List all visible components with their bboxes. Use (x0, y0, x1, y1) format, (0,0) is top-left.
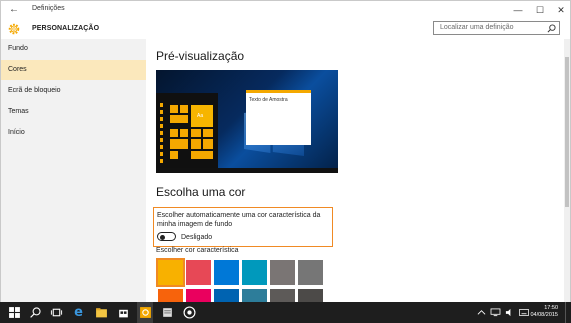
back-arrow-icon[interactable]: ← (7, 3, 21, 17)
notes-icon[interactable] (161, 306, 174, 319)
color-swatch[interactable] (158, 289, 183, 303)
search-icon[interactable] (29, 306, 42, 319)
preview-tile-label: Aa (197, 113, 204, 119)
clock-time: 17:50 (544, 305, 558, 311)
toggle-knob (160, 234, 165, 240)
auto-color-state: Desligado (181, 234, 213, 241)
preview-sample-text: Texto de Amostra (249, 97, 288, 103)
color-swatch-selected[interactable] (156, 258, 185, 287)
preview-tile (203, 139, 213, 149)
app-title: Definições (32, 5, 65, 12)
color-swatch[interactable] (270, 289, 295, 303)
preview-tile (191, 139, 201, 149)
color-swatch[interactable] (270, 260, 295, 285)
gear-icon (8, 23, 20, 35)
settings-icon[interactable] (139, 306, 152, 319)
preview-tile (180, 129, 188, 137)
search-input[interactable]: Localizar uma definição (433, 21, 560, 35)
color-swatch[interactable] (214, 260, 239, 285)
color-swatch[interactable] (186, 260, 211, 285)
auto-color-label: Escolher automaticamente uma cor caracte… (157, 212, 321, 228)
clock-date: 04/08/2015 (530, 312, 558, 318)
sidebar-item-temas[interactable]: Temas (1, 102, 146, 122)
color-swatch[interactable] (298, 289, 323, 303)
search-placeholder: Localizar uma definição (440, 24, 514, 31)
windows-taskbar: e 17:50 04/08/2015 (0, 302, 571, 323)
sidebar-item-fundo[interactable]: Fundo (1, 39, 146, 59)
system-clock[interactable]: 17:50 04/08/2015 (530, 305, 558, 319)
preview-tile (170, 151, 178, 159)
auto-color-setting: Escolher automaticamente uma cor caracte… (153, 207, 333, 247)
auto-color-toggle[interactable] (157, 232, 176, 241)
store-icon[interactable] (117, 306, 130, 319)
show-desktop-button[interactable] (565, 302, 570, 323)
task-view-icon[interactable] (50, 306, 63, 319)
preview-heading: Pré-visualização (156, 49, 245, 63)
maximize-button[interactable]: ☐ (532, 3, 548, 17)
color-swatch[interactable] (242, 260, 267, 285)
scroll-thumb[interactable] (565, 57, 569, 207)
chevron-up-icon[interactable] (477, 308, 486, 317)
color-swatch[interactable] (214, 289, 239, 303)
preview-tile (203, 129, 213, 137)
accent-color-label: Escolher cor característica (156, 247, 239, 254)
sidebar-item-inicio[interactable]: Início (1, 123, 146, 143)
theme-preview: Aa Texto de Amostra (156, 70, 338, 173)
network-icon[interactable] (490, 308, 501, 317)
preview-sample-window: Texto de Amostra (246, 90, 311, 145)
sidebar: Fundo Cores Ecrã de bloqueio Temas Iníci… (1, 39, 146, 303)
page-title: PERSONALIZAÇÃO (32, 25, 100, 32)
volume-icon[interactable] (505, 308, 514, 317)
color-swatch[interactable] (298, 260, 323, 285)
preview-tile (170, 139, 188, 149)
search-icon[interactable] (547, 24, 556, 33)
preview-taskbar (156, 168, 338, 173)
choose-color-heading: Escolha uma cor (156, 185, 246, 199)
main-content: Pré-visualização Aa Texto de Amostra Esc… (146, 39, 564, 303)
preview-tile (170, 115, 188, 123)
sidebar-item-ecra-de-bloqueio[interactable]: Ecrã de bloqueio (1, 81, 146, 101)
preview-tile (191, 129, 201, 137)
preview-menu-items (160, 103, 163, 165)
title-bar: ← Definições — ☐ ✕ (1, 1, 570, 19)
color-swatch[interactable] (186, 289, 211, 303)
edge-icon[interactable]: e (72, 306, 85, 319)
preview-tile (180, 105, 188, 113)
page-header: PERSONALIZAÇÃO Localizar uma definição (1, 19, 570, 39)
preview-tile (170, 129, 178, 137)
close-button[interactable]: ✕ (553, 3, 569, 17)
preview-start-menu: Aa (156, 93, 218, 173)
media-icon[interactable] (183, 306, 196, 319)
settings-window: ← Definições — ☐ ✕ PERSONALIZAÇÃO Locali… (0, 0, 571, 323)
preview-tile (191, 151, 213, 159)
preview-tile (170, 105, 178, 113)
scrollbar[interactable] (564, 39, 570, 303)
minimize-button[interactable]: — (510, 3, 526, 17)
windows-start-icon[interactable] (8, 306, 21, 319)
sidebar-item-cores[interactable]: Cores (1, 60, 146, 80)
keyboard-icon[interactable] (519, 308, 529, 317)
color-swatch[interactable] (242, 289, 267, 303)
file-explorer-icon[interactable] (95, 306, 108, 319)
